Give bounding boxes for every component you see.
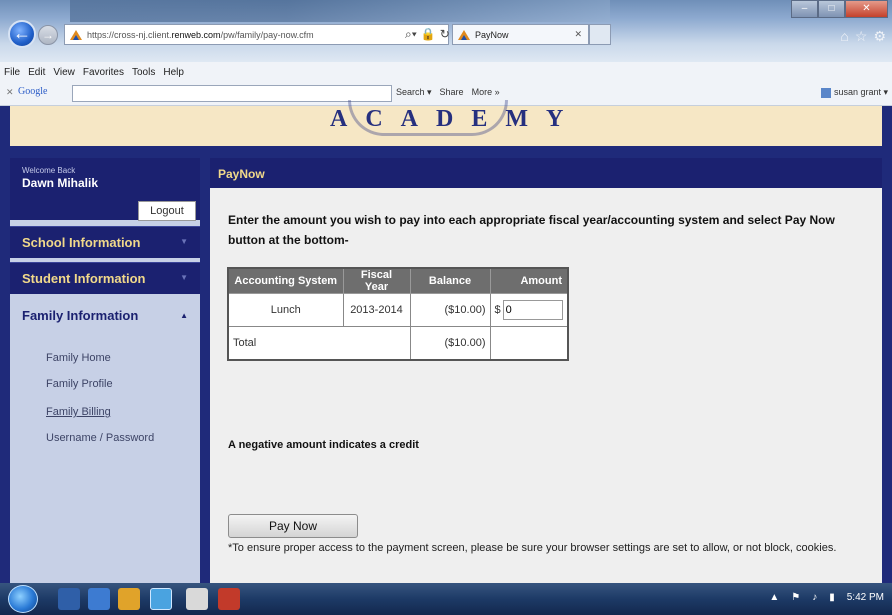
menu-file[interactable]: File xyxy=(4,67,20,78)
cell-amount: $ xyxy=(489,293,569,327)
school-header: ACADEMY xyxy=(10,100,882,146)
google-tools: Search ▾ Share More » xyxy=(396,87,500,98)
cell-fiscal-year: 2013-2014 xyxy=(342,293,411,327)
cell-accounting-system: Lunch xyxy=(227,293,344,327)
nav-label: Family Information xyxy=(22,308,139,323)
sidebar-item-family-profile[interactable]: Family Profile xyxy=(46,378,113,390)
cell-total-amount xyxy=(489,326,569,360)
column-header-balance: Balance xyxy=(409,267,491,294)
menu-edit[interactable]: Edit xyxy=(28,67,45,78)
taskbar-acrobat-icon[interactable] xyxy=(186,588,208,610)
google-user[interactable]: susan grant ▾ xyxy=(820,87,888,98)
user-name: Dawn Mihalik xyxy=(22,176,99,190)
logout-button[interactable]: Logout xyxy=(138,201,196,221)
start-button[interactable] xyxy=(8,585,38,613)
settings-gear-icon[interactable]: ⚙ xyxy=(873,28,886,45)
school-logo-text: ACADEMY xyxy=(330,106,582,132)
lock-icon[interactable]: 🔒 xyxy=(421,27,436,42)
favorites-star-icon[interactable]: ☆ xyxy=(855,28,868,45)
maximize-button[interactable]: □ xyxy=(818,0,845,18)
close-window-button[interactable]: ✕ xyxy=(845,0,888,18)
pay-now-button[interactable]: Pay Now xyxy=(228,514,358,538)
taskbar-explorer-icon[interactable] xyxy=(88,588,110,610)
forward-button[interactable]: → xyxy=(38,25,58,45)
taskbar-pdf-icon[interactable] xyxy=(218,588,240,610)
page-title: PayNow xyxy=(218,167,265,181)
taskbar-internet-explorer-icon[interactable] xyxy=(150,588,172,610)
google-logo: Google xyxy=(18,86,48,97)
table-row: Lunch 2013-2014 ($10.00) $ xyxy=(227,293,569,327)
search-dropdown-icon[interactable]: ⌕▾ xyxy=(405,27,417,42)
column-header-accounting-system: Accounting System xyxy=(227,267,344,294)
google-share-button[interactable]: Share xyxy=(440,87,464,98)
tray-network-icon[interactable]: ▮ xyxy=(829,592,835,603)
refresh-icon[interactable]: ↻ xyxy=(440,27,450,42)
column-header-fiscal-year: Fiscal Year xyxy=(342,267,411,294)
instructions-text: Enter the amount you wish to pay into ea… xyxy=(228,213,835,247)
site-favicon-icon xyxy=(70,29,82,40)
nav-family-information[interactable]: Family Information ▲ xyxy=(10,298,200,334)
tab-favicon-icon xyxy=(458,29,470,40)
tray-clock[interactable]: 5:42 PM xyxy=(847,592,884,603)
menu-view[interactable]: View xyxy=(53,67,75,78)
web-page: ACADEMY Welcome Back Dawn Mihalik Logout… xyxy=(0,100,892,583)
nav-student-information[interactable]: Student Information ▼ xyxy=(10,262,200,294)
taskbar-app-icon[interactable] xyxy=(58,588,80,610)
address-url: https://cross-nj.client.renweb.com/pw/fa… xyxy=(87,29,314,40)
chevron-down-icon: ▼ xyxy=(180,237,188,246)
new-tab-button[interactable] xyxy=(589,24,611,45)
browser-tab[interactable]: PayNow ✕ xyxy=(452,24,589,45)
google-more-button[interactable]: More » xyxy=(472,87,500,98)
user-avatar-icon xyxy=(820,87,831,98)
windows-taskbar: ▲ ⚑ ♪ ▮ 5:42 PM xyxy=(0,583,892,615)
sidebar-item-family-home[interactable]: Family Home xyxy=(46,352,111,364)
amount-input[interactable] xyxy=(502,300,563,320)
titlebar-background xyxy=(70,0,610,22)
table-total-row: Total ($10.00) xyxy=(227,326,569,360)
window-controls: – □ ✕ xyxy=(791,0,888,18)
menu-bar: File Edit View Favorites Tools Help xyxy=(0,62,892,82)
main-content: PayNow Enter the amount you wish to pay … xyxy=(210,158,882,583)
browser-titlebar: ← → https://cross-nj.client.renweb.com/p… xyxy=(0,0,892,62)
tab-close-icon[interactable]: ✕ xyxy=(574,29,582,40)
menu-favorites[interactable]: Favorites xyxy=(83,67,124,78)
google-search-input[interactable] xyxy=(72,85,392,102)
google-user-name: susan grant ▾ xyxy=(833,87,888,97)
sidebar: Welcome Back Dawn Mihalik Logout School … xyxy=(10,158,200,583)
address-bar[interactable]: https://cross-nj.client.renweb.com/pw/fa… xyxy=(64,24,464,45)
table-header-row: Accounting System Fiscal Year Balance Am… xyxy=(227,267,569,294)
browser-right-icons: ⌂ ☆ ⚙ xyxy=(840,28,886,45)
welcome-label: Welcome Back xyxy=(22,166,76,175)
cell-total-label: Total xyxy=(227,326,411,360)
taskbar-media-icon[interactable] xyxy=(118,588,140,610)
back-button[interactable]: ← xyxy=(8,20,36,48)
toolbar-close-icon[interactable]: ✕ xyxy=(6,87,14,98)
chevron-down-icon: ▼ xyxy=(180,273,188,282)
menu-tools[interactable]: Tools xyxy=(132,67,155,78)
sidebar-item-username-password[interactable]: Username / Password xyxy=(46,432,154,444)
cell-total-balance: ($10.00) xyxy=(409,326,491,360)
tray-arrow-icon[interactable]: ▲ xyxy=(769,592,779,603)
tray-volume-icon[interactable]: ♪ xyxy=(812,592,817,603)
home-icon[interactable]: ⌂ xyxy=(840,28,848,45)
column-header-amount: Amount xyxy=(489,267,569,294)
menu-help[interactable]: Help xyxy=(163,67,184,78)
minimize-button[interactable]: – xyxy=(791,0,818,18)
cookie-note: *To ensure proper access to the payment … xyxy=(228,542,837,554)
cell-balance: ($10.00) xyxy=(409,293,491,327)
tab-title: PayNow xyxy=(475,29,509,40)
system-tray: ▲ ⚑ ♪ ▮ 5:42 PM xyxy=(769,592,884,603)
payment-table: Accounting System Fiscal Year Balance Am… xyxy=(227,267,569,361)
negative-amount-note: A negative amount indicates a credit xyxy=(228,439,419,451)
sidebar-item-family-billing[interactable]: Family Billing xyxy=(46,406,111,418)
google-search-button[interactable]: Search ▾ xyxy=(396,87,432,98)
currency-symbol: $ xyxy=(494,304,501,316)
nav-school-information[interactable]: School Information ▼ xyxy=(10,226,200,258)
tray-flag-icon[interactable]: ⚑ xyxy=(791,592,800,603)
nav-label: School Information xyxy=(22,235,141,250)
chevron-up-icon: ▲ xyxy=(180,311,188,320)
nav-label: Student Information xyxy=(22,271,146,286)
content-header: PayNow xyxy=(210,158,882,188)
